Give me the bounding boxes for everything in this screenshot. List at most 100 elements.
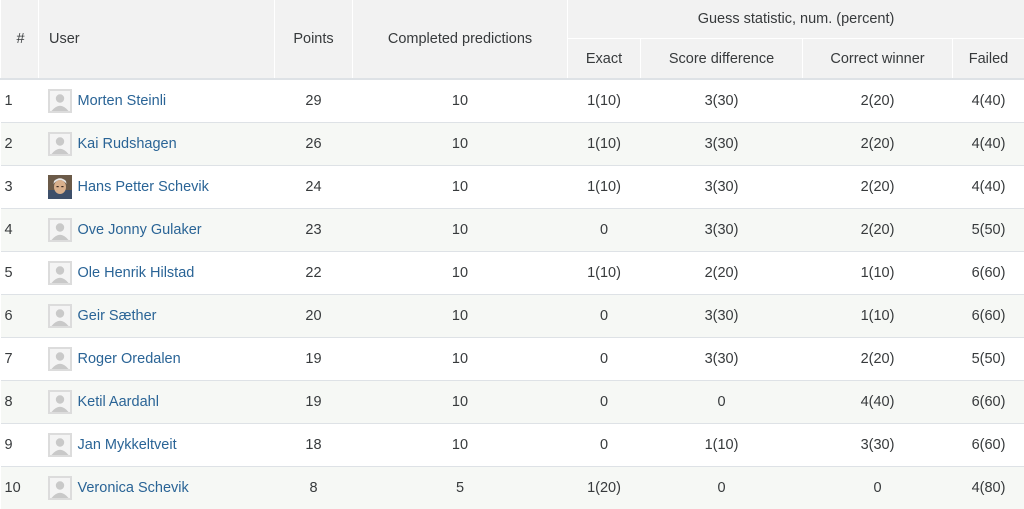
completed-predictions-cell: 10 <box>353 381 568 424</box>
correct-winner-cell: 2(20) <box>803 79 953 123</box>
user-cell: Ketil Aardahl <box>39 381 275 424</box>
header-score-difference[interactable]: Score difference <box>641 39 803 80</box>
header-points[interactable]: Points <box>275 0 353 79</box>
exact-cell: 0 <box>568 381 641 424</box>
default-user-avatar-icon[interactable] <box>48 304 72 328</box>
header-guess-statistic: Guess statistic, num. (percent) <box>568 0 1024 39</box>
completed-predictions-cell: 10 <box>353 295 568 338</box>
user-cell: Roger Oredalen <box>39 338 275 381</box>
default-user-avatar-icon[interactable] <box>48 218 72 242</box>
correct-winner-cell: 4(40) <box>803 381 953 424</box>
exact-cell: 1(10) <box>568 252 641 295</box>
table-header: # User Points Completed predictions Gues… <box>1 0 1024 79</box>
header-exact[interactable]: Exact <box>568 39 641 80</box>
table-row: 3Hans Petter Schevik24101(10)3(30)2(20)4… <box>1 166 1024 209</box>
user-cell: Morten Steinli <box>39 79 275 123</box>
failed-cell: 4(40) <box>953 123 1024 166</box>
user-profile-link[interactable]: Hans Petter Schevik <box>78 179 209 195</box>
score-difference-cell: 3(30) <box>641 209 803 252</box>
failed-cell: 6(60) <box>953 252 1024 295</box>
default-user-avatar-icon[interactable] <box>48 89 72 113</box>
header-rank[interactable]: # <box>1 0 39 79</box>
user-photo-avatar[interactable] <box>48 175 72 199</box>
rank-cell: 3 <box>1 166 39 209</box>
exact-cell: 1(10) <box>568 79 641 123</box>
score-difference-cell: 3(30) <box>641 166 803 209</box>
exact-cell: 0 <box>568 209 641 252</box>
user-profile-link[interactable]: Veronica Schevik <box>78 480 189 496</box>
user-profile-link[interactable]: Ketil Aardahl <box>78 394 159 410</box>
completed-predictions-cell: 10 <box>353 79 568 123</box>
user-profile-link[interactable]: Kai Rudshagen <box>78 136 177 152</box>
rank-cell: 5 <box>1 252 39 295</box>
score-difference-cell: 0 <box>641 381 803 424</box>
user-cell: Ole Henrik Hilstad <box>39 252 275 295</box>
exact-cell: 1(10) <box>568 123 641 166</box>
user-profile-link[interactable]: Roger Oredalen <box>78 351 181 367</box>
points-cell: 23 <box>275 209 353 252</box>
header-user[interactable]: User <box>39 0 275 79</box>
rank-cell: 2 <box>1 123 39 166</box>
user-profile-link[interactable]: Jan Mykkeltveit <box>78 437 177 453</box>
failed-cell: 6(60) <box>953 381 1024 424</box>
user-profile-link[interactable]: Ove Jonny Gulaker <box>78 222 202 238</box>
completed-predictions-cell: 10 <box>353 123 568 166</box>
score-difference-cell: 3(30) <box>641 123 803 166</box>
correct-winner-cell: 0 <box>803 467 953 509</box>
header-correct-winner[interactable]: Correct winner <box>803 39 953 80</box>
rank-cell: 7 <box>1 338 39 381</box>
rank-cell: 4 <box>1 209 39 252</box>
score-difference-cell: 3(30) <box>641 79 803 123</box>
user-cell: Jan Mykkeltveit <box>39 424 275 467</box>
correct-winner-cell: 2(20) <box>803 209 953 252</box>
user-profile-link[interactable]: Geir Sæther <box>78 308 157 324</box>
default-user-avatar-icon[interactable] <box>48 132 72 156</box>
rank-cell: 6 <box>1 295 39 338</box>
points-cell: 24 <box>275 166 353 209</box>
default-user-avatar-icon[interactable] <box>48 347 72 371</box>
points-cell: 26 <box>275 123 353 166</box>
default-user-avatar-icon[interactable] <box>48 390 72 414</box>
user-profile-link[interactable]: Ole Henrik Hilstad <box>78 265 195 281</box>
user-cell: Hans Petter Schevik <box>39 166 275 209</box>
rank-cell: 9 <box>1 424 39 467</box>
default-user-avatar-icon[interactable] <box>48 261 72 285</box>
user-profile-link[interactable]: Morten Steinli <box>78 93 167 109</box>
table-row: 5Ole Henrik Hilstad22101(10)2(20)1(10)6(… <box>1 252 1024 295</box>
leaderboard-table: # User Points Completed predictions Gues… <box>0 0 1024 509</box>
exact-cell: 0 <box>568 338 641 381</box>
user-cell: Geir Sæther <box>39 295 275 338</box>
score-difference-cell: 1(10) <box>641 424 803 467</box>
default-user-avatar-icon[interactable] <box>48 476 72 500</box>
exact-cell: 0 <box>568 295 641 338</box>
table-row: 8Ketil Aardahl1910004(40)6(60) <box>1 381 1024 424</box>
rank-cell: 8 <box>1 381 39 424</box>
user-cell: Kai Rudshagen <box>39 123 275 166</box>
user-cell: Ove Jonny Gulaker <box>39 209 275 252</box>
correct-winner-cell: 3(30) <box>803 424 953 467</box>
points-cell: 22 <box>275 252 353 295</box>
points-cell: 19 <box>275 381 353 424</box>
failed-cell: 5(50) <box>953 338 1024 381</box>
rank-cell: 1 <box>1 79 39 123</box>
correct-winner-cell: 2(20) <box>803 338 953 381</box>
default-user-avatar-icon[interactable] <box>48 433 72 457</box>
points-cell: 8 <box>275 467 353 509</box>
rank-cell: 10 <box>1 467 39 509</box>
failed-cell: 4(40) <box>953 79 1024 123</box>
table-row: 7Roger Oredalen191003(30)2(20)5(50) <box>1 338 1024 381</box>
completed-predictions-cell: 10 <box>353 166 568 209</box>
header-failed[interactable]: Failed <box>953 39 1024 80</box>
failed-cell: 5(50) <box>953 209 1024 252</box>
failed-cell: 4(40) <box>953 166 1024 209</box>
completed-predictions-cell: 10 <box>353 209 568 252</box>
completed-predictions-cell: 10 <box>353 338 568 381</box>
header-completed-predictions[interactable]: Completed predictions <box>353 0 568 79</box>
failed-cell: 6(60) <box>953 295 1024 338</box>
points-cell: 29 <box>275 79 353 123</box>
points-cell: 19 <box>275 338 353 381</box>
table-row: 2Kai Rudshagen26101(10)3(30)2(20)4(40) <box>1 123 1024 166</box>
score-difference-cell: 0 <box>641 467 803 509</box>
completed-predictions-cell: 10 <box>353 252 568 295</box>
correct-winner-cell: 1(10) <box>803 295 953 338</box>
